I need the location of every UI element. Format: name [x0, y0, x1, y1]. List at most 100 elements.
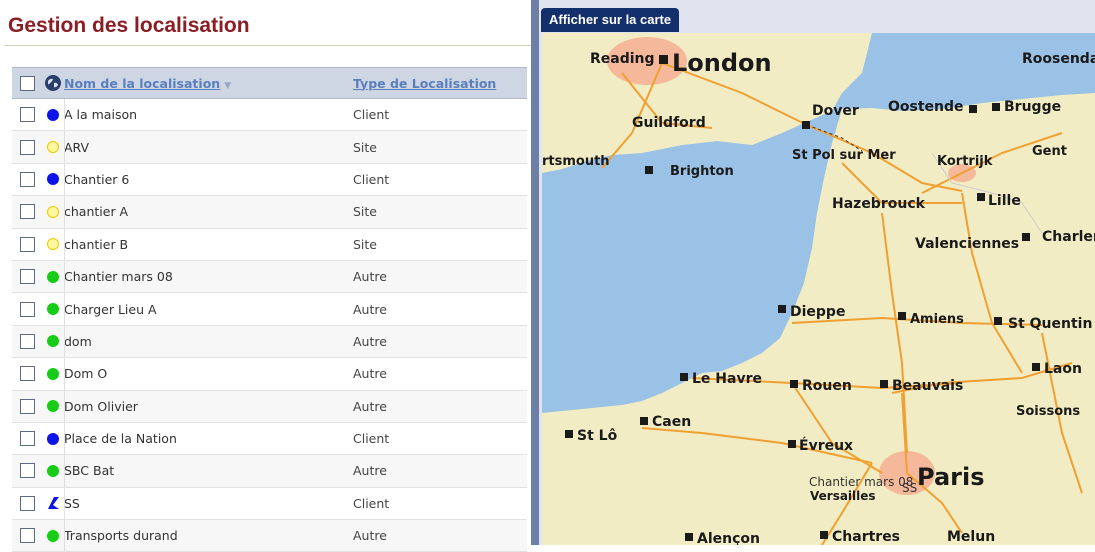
map-label-caen: Caen	[652, 414, 691, 430]
column-separator	[64, 422, 65, 455]
marker-dover	[802, 121, 810, 129]
row-checkbox[interactable]	[19, 431, 35, 447]
location-type: Site	[353, 204, 377, 220]
map-label-valenciennes: Valenciennes	[915, 236, 1019, 252]
location-type: Client	[353, 495, 390, 511]
map-label-alencon: Alençon	[697, 531, 760, 545]
yellow-dot-icon	[47, 205, 59, 218]
blue-polygon-icon	[48, 497, 59, 510]
map-label-charleroi: Charler	[1042, 229, 1095, 245]
location-name: Chantier 6	[64, 171, 130, 187]
map-label-guildford: Guildford	[632, 115, 706, 131]
location-name: SS	[64, 495, 80, 511]
title-divider	[4, 45, 531, 46]
column-separator	[64, 99, 65, 131]
green-dot-icon	[47, 400, 59, 413]
map-label-brugge: Brugge	[1004, 99, 1061, 115]
globe-icon	[45, 75, 61, 91]
table-row[interactable]: Chantier 6 Client	[12, 163, 527, 197]
table-row[interactable]: Place de la Nation Client	[12, 422, 527, 456]
blue-dot-icon	[47, 173, 59, 186]
location-type: Client	[353, 171, 390, 187]
map-view[interactable]: Reading London Roosenda Guildford Dover …	[542, 33, 1095, 545]
marker-caen	[640, 417, 648, 425]
map-label-gent: Gent	[1032, 144, 1067, 159]
map-label-kortrijk: Kortrijk	[937, 154, 993, 169]
green-dot-icon	[47, 335, 59, 348]
marker-beauvais	[880, 380, 888, 388]
row-checkbox[interactable]	[19, 366, 35, 382]
row-checkbox[interactable]	[19, 269, 35, 285]
table-row[interactable]: SS Client	[12, 487, 527, 521]
sort-by-type-link[interactable]: Type de Localisation	[353, 76, 496, 91]
locations-panel: Gestion des localisation Nom de la local…	[0, 0, 531, 552]
marker-stlo	[565, 430, 573, 438]
marker-alencon	[685, 533, 693, 541]
table-row[interactable]: chantier B Site	[12, 228, 527, 261]
map-label-lille: Lille	[988, 193, 1021, 209]
map-label-amiens: Amiens	[910, 312, 964, 327]
table-row[interactable]: chantier A Site	[12, 196, 527, 229]
row-checkbox[interactable]	[19, 204, 35, 220]
row-checkbox[interactable]	[19, 495, 35, 511]
row-checkbox[interactable]	[19, 398, 35, 414]
table-row[interactable]: SBC Bat Autre	[12, 455, 527, 488]
map-label-paris: Paris	[917, 463, 985, 491]
map-label-melun: Melun	[947, 529, 995, 545]
location-name: Chantier mars 08	[64, 269, 173, 285]
marker-lille	[977, 193, 985, 201]
map-label-portsmouth: rtsmouth	[542, 154, 610, 169]
yellow-dot-icon	[47, 238, 59, 251]
column-separator	[64, 293, 65, 325]
map-label-lehavre: Le Havre	[692, 371, 762, 387]
green-dot-icon	[47, 270, 59, 283]
row-checkbox[interactable]	[19, 333, 35, 349]
table-row[interactable]: A la maison Client	[12, 99, 527, 132]
marker-amiens	[898, 312, 906, 320]
table-row[interactable]: Charger Lieu A Autre	[12, 293, 527, 326]
location-type: Client	[353, 107, 390, 123]
row-checkbox[interactable]	[19, 236, 35, 252]
pane-splitter[interactable]	[531, 0, 539, 545]
marker-oostende	[969, 105, 977, 113]
row-checkbox[interactable]	[19, 528, 35, 544]
column-separator	[64, 487, 65, 520]
map-label-brighton: Brighton	[670, 164, 734, 179]
location-type: Autre	[353, 366, 387, 382]
column-separator	[64, 455, 65, 487]
green-dot-icon	[47, 303, 59, 316]
table-row[interactable]: dom Autre	[12, 325, 527, 359]
marker-brighton	[645, 166, 653, 174]
column-separator	[64, 131, 65, 163]
map-label-versailles: Versailles	[810, 489, 876, 503]
map-label-reading: Reading	[590, 51, 655, 67]
table-row[interactable]: Chantier mars 08 Autre	[12, 260, 527, 294]
column-separator	[64, 163, 65, 196]
column-separator	[64, 260, 65, 293]
table-row[interactable]: ARV Site	[12, 131, 527, 164]
map-label-chartres: Chartres	[832, 529, 900, 545]
select-all-checkbox[interactable]	[19, 75, 35, 91]
row-checkbox[interactable]	[19, 107, 35, 123]
sort-by-name-link[interactable]: Nom de la localisation	[64, 76, 220, 91]
table-row[interactable]: Transports durand Autre	[12, 520, 527, 552]
green-dot-icon	[47, 367, 59, 380]
map-label-dover: Dover	[812, 103, 859, 119]
table-row[interactable]: Dom Olivier Autre	[12, 390, 527, 423]
marker-laon	[1032, 363, 1040, 371]
row-checkbox[interactable]	[19, 463, 35, 479]
row-checkbox[interactable]	[19, 171, 35, 187]
map-label-rouen: Rouen	[802, 378, 852, 394]
map-label-laon: Laon	[1044, 361, 1082, 377]
location-type: Autre	[353, 269, 387, 285]
location-type: Site	[353, 139, 377, 155]
map-label-chantier: Chantier mars 08	[809, 475, 913, 489]
table-row[interactable]: Dom O Autre	[12, 358, 527, 391]
map-tab[interactable]: Afficher sur la carte	[541, 8, 680, 32]
marker-lehavre	[680, 373, 688, 381]
location-name: dom	[64, 333, 92, 349]
map-label-london: London	[672, 49, 772, 77]
row-checkbox[interactable]	[19, 139, 35, 155]
location-type: Autre	[353, 333, 387, 349]
row-checkbox[interactable]	[19, 301, 35, 317]
